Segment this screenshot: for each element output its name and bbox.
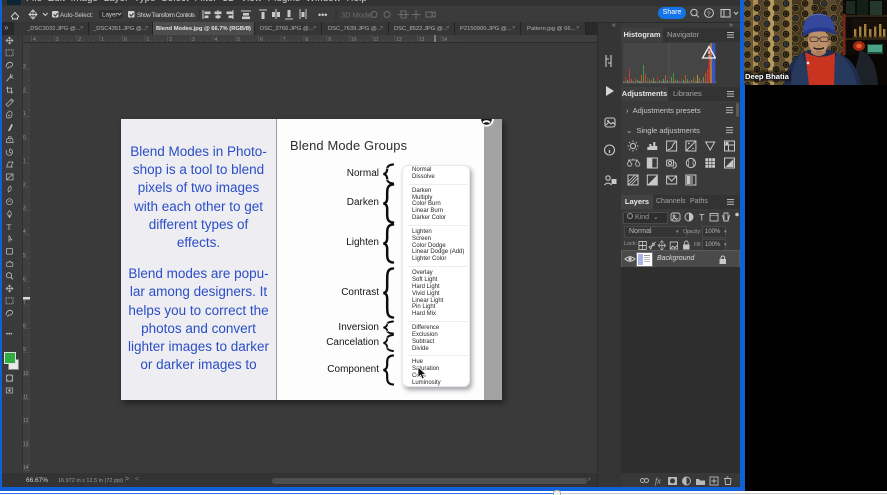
svg-text:•••: ••• [6,332,12,338]
svg-text:6: 6 [260,37,263,42]
svg-text:2: 2 [169,37,172,42]
svg-text:11: 11 [374,37,379,42]
svg-text:fx: fx [655,477,661,486]
svg-text:14: 14 [442,37,448,42]
svg-text:9: 9 [328,37,331,42]
svg-text:10: 10 [351,37,357,42]
svg-text:7: 7 [283,37,286,42]
svg-text:Auto-Select:: Auto-Select: [60,12,93,19]
svg-text:T: T [7,223,12,232]
svg-text:•••: ••• [318,10,327,20]
svg-text:?: ? [707,11,711,18]
svg-text:4: 4 [215,37,218,42]
svg-text:8: 8 [305,37,308,42]
svg-text:Show Transform Controls: Show Transform Controls [137,12,195,19]
svg-text:1: 1 [101,37,104,42]
svg-text:3: 3 [192,37,195,42]
svg-text:5: 5 [237,37,240,42]
svg-text:1: 1 [147,37,150,42]
svg-text:12: 12 [396,37,402,42]
svg-text:3D Mode:: 3D Mode: [341,11,374,20]
svg-text:Layer: Layer [102,12,117,19]
svg-text:0: 0 [124,37,127,42]
svg-text:4: 4 [33,37,36,42]
svg-text:2: 2 [78,37,81,42]
svg-text:13: 13 [419,37,425,42]
svg-text:3: 3 [56,37,59,42]
svg-text:Deep Bhatia: Deep Bhatia [745,72,790,81]
svg-text:T: T [699,213,705,223]
